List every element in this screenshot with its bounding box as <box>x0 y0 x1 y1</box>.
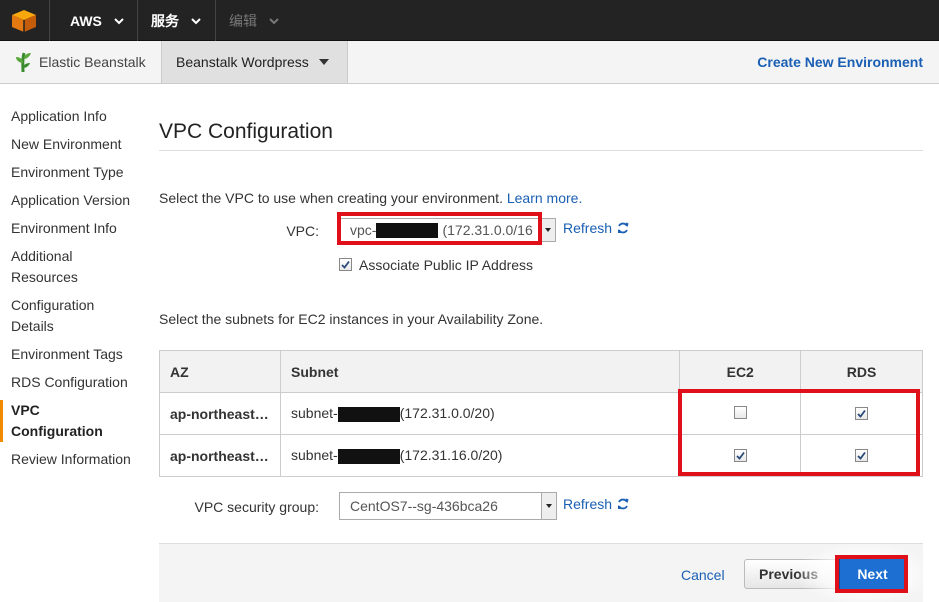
associate-public-ip-label[interactable]: Associate Public IP Address <box>359 257 533 273</box>
checkmark-icon <box>736 451 745 460</box>
sidebar-item-new-environment[interactable]: New Environment <box>11 134 136 155</box>
checkmark-icon <box>341 260 350 269</box>
refresh-label: Refresh <box>563 220 613 236</box>
subnet-cidr: (172.31.0.0/20) <box>399 405 495 422</box>
subnet-cidr: (172.31.16.0/20) <box>399 447 503 464</box>
divider <box>215 0 216 41</box>
learn-more-link[interactable]: Learn more. <box>507 190 582 206</box>
vpc-prefix: vpc- <box>350 222 377 238</box>
redacted-subnet-id <box>337 406 400 422</box>
sidebar-item-environment-tags[interactable]: Environment Tags <box>11 344 136 365</box>
beanstalk-header: Elastic Beanstalk Beanstalk Wordpress Cr… <box>0 41 939 84</box>
cancel-link[interactable]: Cancel <box>681 567 725 583</box>
ec2-cell <box>679 434 802 477</box>
chevron-down-icon <box>114 17 124 24</box>
sidebar-item-additional-resources[interactable]: Additional Resources <box>11 246 111 288</box>
beanstalk-icon <box>16 52 31 73</box>
rds-cell <box>800 392 923 435</box>
sidebar-item-configuration-details[interactable]: Configuration Details <box>11 295 111 337</box>
aws-menu[interactable]: AWS <box>70 0 125 41</box>
caret-down-icon <box>318 59 329 65</box>
rds-subnet-checkbox[interactable] <box>855 406 869 420</box>
sidebar-item-application-version[interactable]: Application Version <box>11 190 136 211</box>
checkmark-icon <box>857 409 866 418</box>
sidebar-item-vpc-configuration[interactable]: VPC Configuration <box>11 400 111 442</box>
dropdown-arrow-icon <box>540 219 555 241</box>
wizard-footer: Cancel Previous Next <box>159 543 929 602</box>
az-cell: ap-northeast-1c <box>159 434 281 477</box>
chevron-down-icon <box>191 17 201 24</box>
az-column-header: AZ <box>159 350 281 393</box>
redacted-vpc-id <box>376 222 439 238</box>
chevron-down-icon <box>269 17 279 24</box>
aws-cube-logo-icon[interactable] <box>11 9 37 33</box>
security-group-value: CentOS7--sg-436bca26 <box>350 498 498 514</box>
page-title: VPC Configuration <box>159 120 333 143</box>
subnet-table: AZ Subnet EC2 RDS ap-northeast-1a subnet… <box>159 350 923 477</box>
previous-button[interactable]: Previous <box>744 559 854 589</box>
sidebar-item-rds-configuration[interactable]: RDS Configuration <box>11 372 136 393</box>
elastic-beanstalk-home-link[interactable]: Elastic Beanstalk <box>14 51 146 73</box>
vpc-intro-text: Select the VPC to use when creating your… <box>159 190 582 206</box>
application-name: Beanstalk Wordpress <box>176 54 309 70</box>
table-row: ap-northeast-1c subnet- (172.31.16.0/20) <box>159 434 923 477</box>
vpc-label: VPC: <box>286 223 319 239</box>
rds-cell <box>800 434 923 477</box>
product-name: Elastic Beanstalk <box>39 54 146 70</box>
vpc-cidr: (172.31.0.0/16 <box>442 222 533 238</box>
refresh-label: Refresh <box>563 496 613 512</box>
refresh-icon <box>618 222 629 234</box>
vpc-select[interactable]: vpc- (172.31.0.0/16 <box>339 218 556 242</box>
rds-subnet-checkbox[interactable] <box>855 448 869 462</box>
ec2-cell <box>679 392 802 435</box>
services-menu-label: 服务 <box>151 12 179 29</box>
redacted-subnet-id <box>337 448 400 464</box>
subnet-prefix: subnet- <box>291 405 338 422</box>
checkmark-icon <box>857 451 866 460</box>
refresh-icon <box>618 498 629 510</box>
table-header-row: AZ Subnet EC2 RDS <box>159 350 923 393</box>
ec2-subnet-checkbox[interactable] <box>733 405 747 419</box>
security-group-refresh-link[interactable]: Refresh <box>563 496 629 512</box>
az-cell: ap-northeast-1a <box>159 392 281 435</box>
services-menu[interactable]: 服务 <box>151 0 202 41</box>
dropdown-arrow-icon <box>541 493 556 519</box>
subnet-cell: subnet- (172.31.0.0/20) <box>279 392 681 435</box>
create-new-environment-link[interactable]: Create New Environment <box>757 54 923 70</box>
vpc-refresh-link[interactable]: Refresh <box>563 220 629 236</box>
rds-column-header: RDS <box>800 350 923 393</box>
subnet-cell: subnet- (172.31.16.0/20) <box>279 434 681 477</box>
divider <box>49 0 50 41</box>
vpc-intro-label: Select the VPC to use when creating your… <box>159 190 503 206</box>
subnet-intro-text: Select the subnets for EC2 instances in … <box>159 311 544 327</box>
edit-menu[interactable]: 编辑 <box>229 0 280 41</box>
sidebar-item-environment-info[interactable]: Environment Info <box>11 218 136 239</box>
next-button[interactable]: Next <box>839 558 906 590</box>
associate-public-ip-checkbox[interactable] <box>339 258 352 271</box>
security-group-select[interactable]: CentOS7--sg-436bca26 <box>339 492 557 520</box>
sidebar-item-review-information[interactable]: Review Information <box>11 449 136 470</box>
divider <box>159 150 923 151</box>
active-step-marker <box>0 400 3 442</box>
aws-top-nav: AWS 服务 编辑 <box>0 0 939 41</box>
sidebar-item-environment-type[interactable]: Environment Type <box>11 162 136 183</box>
subnet-prefix: subnet- <box>291 447 338 464</box>
aws-menu-label: AWS <box>70 12 102 29</box>
subnet-column-header: Subnet <box>279 350 681 393</box>
application-selector[interactable]: Beanstalk Wordpress <box>161 41 348 83</box>
ec2-column-header: EC2 <box>679 350 802 393</box>
divider <box>137 0 138 41</box>
sidebar-item-application-info[interactable]: Application Info <box>11 106 136 127</box>
edit-menu-label: 编辑 <box>229 12 257 29</box>
ec2-subnet-checkbox[interactable] <box>733 448 747 462</box>
security-group-label: VPC security group: <box>194 499 320 515</box>
table-row: ap-northeast-1a subnet- (172.31.0.0/20) <box>159 392 923 435</box>
